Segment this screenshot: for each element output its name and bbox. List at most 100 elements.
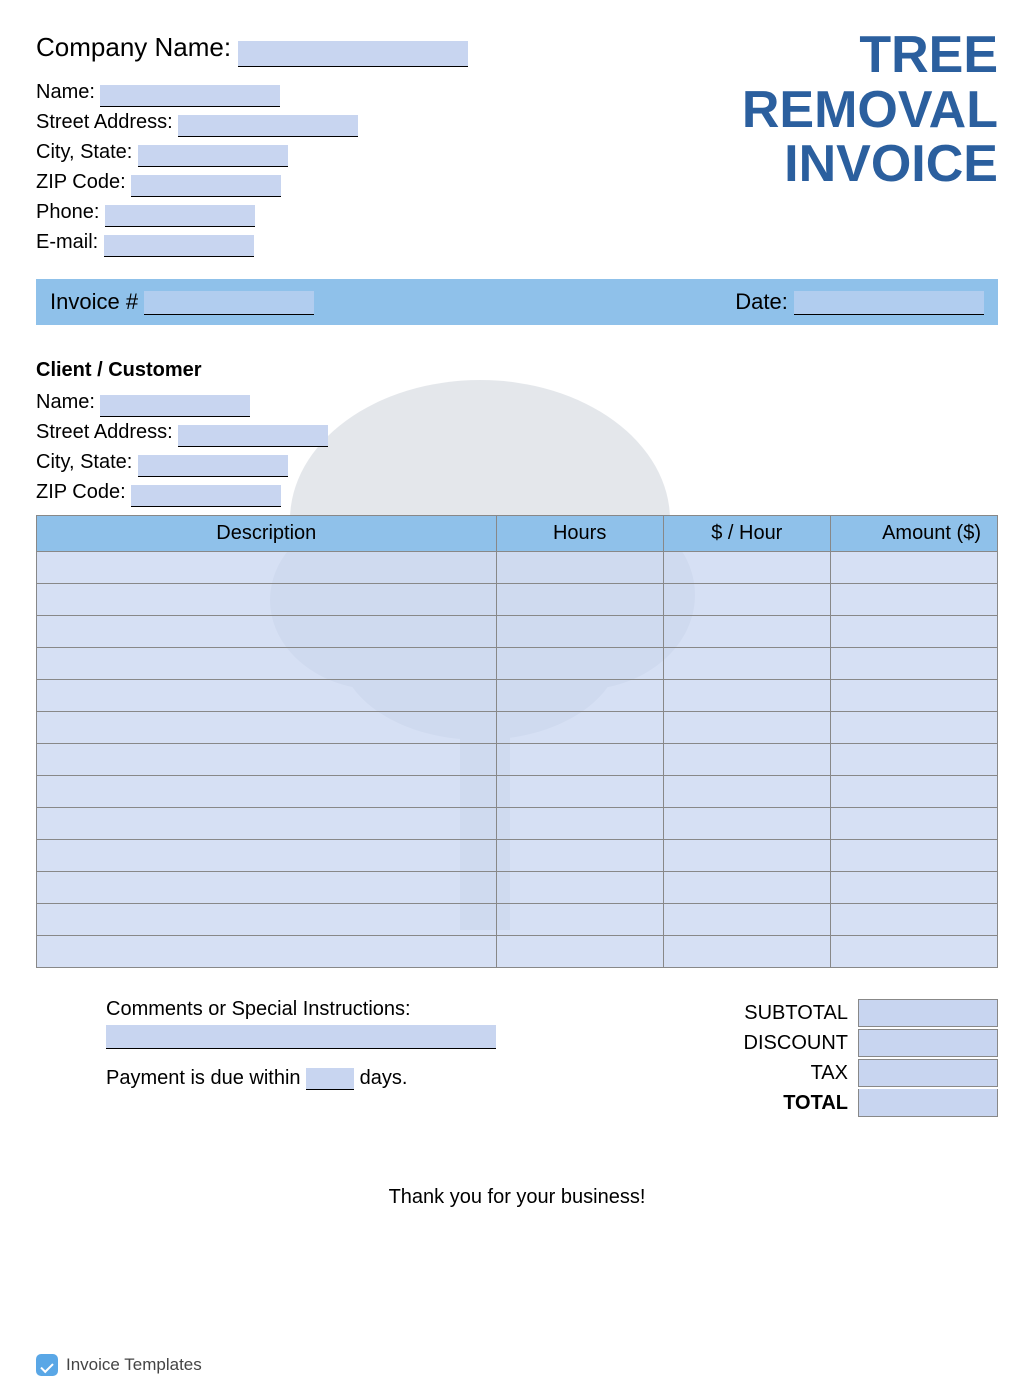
date-input[interactable] (794, 291, 984, 315)
cell-hours[interactable] (496, 680, 663, 712)
subtotal-value[interactable] (858, 999, 998, 1027)
cell-rate[interactable] (663, 936, 830, 968)
street-label: Street Address: (36, 111, 173, 133)
zip-label: ZIP Code: (36, 171, 126, 193)
cell-description[interactable] (37, 744, 497, 776)
payment-suffix: days. (360, 1067, 408, 1089)
cell-hours[interactable] (496, 776, 663, 808)
cell-rate[interactable] (663, 584, 830, 616)
table-row (37, 616, 998, 648)
cell-rate[interactable] (663, 808, 830, 840)
col-hours: Hours (496, 516, 663, 552)
cell-hours[interactable] (496, 712, 663, 744)
tax-label: TAX (678, 1062, 858, 1085)
cell-hours[interactable] (496, 872, 663, 904)
col-amount: Amount ($) (830, 516, 997, 552)
cell-hours[interactable] (496, 584, 663, 616)
cell-rate[interactable] (663, 904, 830, 936)
company-name-input[interactable] (238, 41, 468, 67)
cell-rate[interactable] (663, 840, 830, 872)
cell-amount[interactable] (830, 584, 997, 616)
table-row (37, 872, 998, 904)
cell-rate[interactable] (663, 648, 830, 680)
client-zip-label: ZIP Code: (36, 481, 126, 503)
client-city-state-input[interactable] (138, 455, 288, 477)
cell-rate[interactable] (663, 552, 830, 584)
cell-rate[interactable] (663, 872, 830, 904)
cell-hours[interactable] (496, 936, 663, 968)
discount-value[interactable] (858, 1029, 998, 1057)
cell-amount[interactable] (830, 616, 997, 648)
table-row (37, 584, 998, 616)
cell-description[interactable] (37, 552, 497, 584)
cell-hours[interactable] (496, 616, 663, 648)
cell-hours[interactable] (496, 648, 663, 680)
table-row (37, 648, 998, 680)
cell-rate[interactable] (663, 776, 830, 808)
phone-input[interactable] (105, 205, 255, 227)
cell-description[interactable] (37, 872, 497, 904)
total-value[interactable] (858, 1089, 998, 1117)
payment-days-input[interactable] (306, 1068, 354, 1090)
cell-rate[interactable] (663, 712, 830, 744)
cell-description[interactable] (37, 808, 497, 840)
cell-description[interactable] (37, 680, 497, 712)
cell-description[interactable] (37, 616, 497, 648)
company-name-label: Company Name: (36, 32, 231, 62)
city-state-label: City, State: (36, 141, 132, 163)
check-icon (36, 1354, 58, 1376)
table-row (37, 712, 998, 744)
cell-rate[interactable] (663, 680, 830, 712)
invoice-num-input[interactable] (144, 291, 314, 315)
cell-description[interactable] (37, 776, 497, 808)
cell-hours[interactable] (496, 744, 663, 776)
cell-description[interactable] (37, 712, 497, 744)
cell-description[interactable] (37, 936, 497, 968)
client-zip-input[interactable] (131, 485, 281, 507)
cell-amount[interactable] (830, 840, 997, 872)
street-input[interactable] (178, 115, 358, 137)
comments-input[interactable] (106, 1025, 496, 1049)
table-row (37, 808, 998, 840)
cell-amount[interactable] (830, 904, 997, 936)
client-city-state-label: City, State: (36, 451, 132, 473)
cell-amount[interactable] (830, 712, 997, 744)
cell-hours[interactable] (496, 808, 663, 840)
page-title: TREE REMOVAL INVOICE (742, 28, 998, 257)
cell-rate[interactable] (663, 744, 830, 776)
client-street-input[interactable] (178, 425, 328, 447)
title-line2: REMOVAL (742, 83, 998, 138)
invoice-bar: Invoice # Date: (36, 279, 998, 325)
cell-amount[interactable] (830, 680, 997, 712)
cell-amount[interactable] (830, 648, 997, 680)
cell-rate[interactable] (663, 616, 830, 648)
table-row (37, 840, 998, 872)
invoice-num-label: Invoice # (50, 289, 138, 314)
cell-amount[interactable] (830, 872, 997, 904)
client-heading: Client / Customer (36, 355, 998, 385)
table-row (37, 904, 998, 936)
zip-input[interactable] (131, 175, 281, 197)
cell-amount[interactable] (830, 744, 997, 776)
email-input[interactable] (104, 235, 254, 257)
cell-description[interactable] (37, 648, 497, 680)
company-block: Company Name: Name: Street Address: City… (36, 28, 468, 257)
cell-amount[interactable] (830, 936, 997, 968)
table-row (37, 680, 998, 712)
tax-value[interactable] (858, 1059, 998, 1087)
city-state-input[interactable] (138, 145, 288, 167)
client-name-input[interactable] (100, 395, 250, 417)
title-line1: TREE (742, 28, 998, 83)
cell-description[interactable] (37, 584, 497, 616)
client-block: Client / Customer Name: Street Address: … (36, 355, 998, 507)
cell-hours[interactable] (496, 552, 663, 584)
table-row (37, 744, 998, 776)
cell-amount[interactable] (830, 552, 997, 584)
name-input[interactable] (100, 85, 280, 107)
cell-description[interactable] (37, 840, 497, 872)
cell-amount[interactable] (830, 776, 997, 808)
cell-description[interactable] (37, 904, 497, 936)
cell-hours[interactable] (496, 840, 663, 872)
cell-amount[interactable] (830, 808, 997, 840)
cell-hours[interactable] (496, 904, 663, 936)
